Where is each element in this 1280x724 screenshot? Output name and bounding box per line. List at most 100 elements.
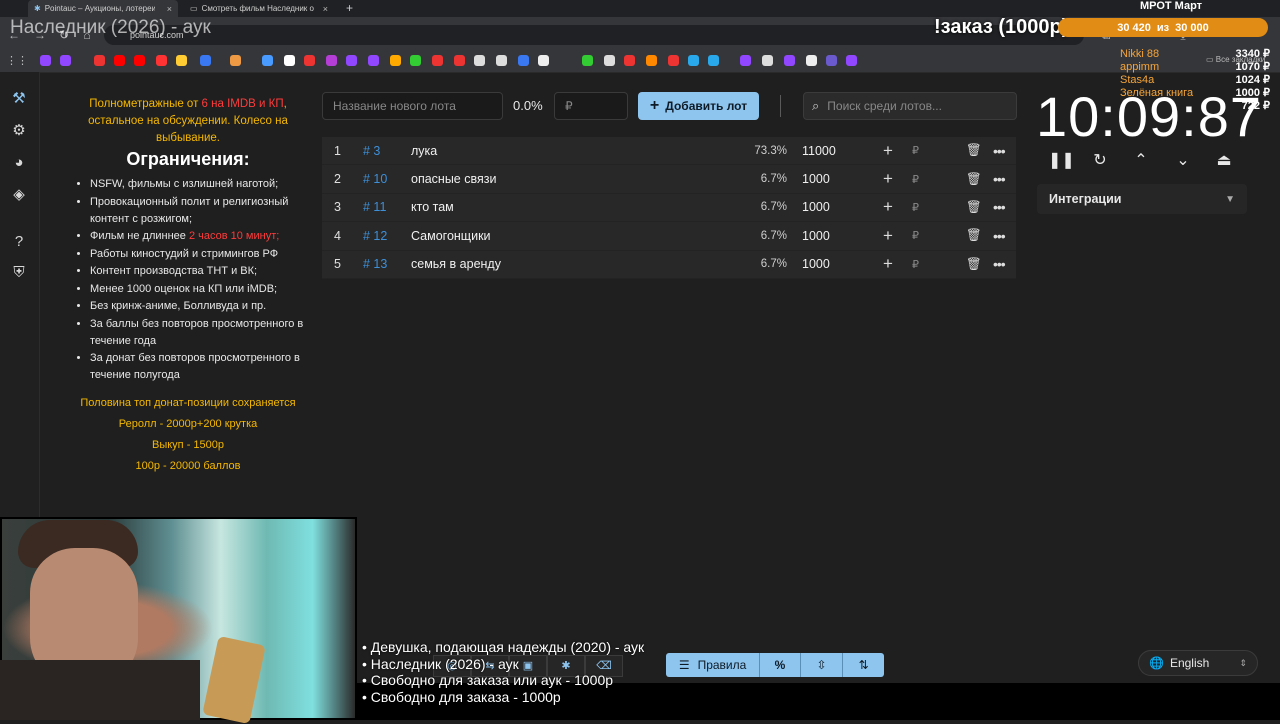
lot-name[interactable]: опасные связи <box>411 172 496 186</box>
timer-max-icon[interactable]: ⏏ <box>1213 150 1235 172</box>
tab-pointauc[interactable]: ✱ Pointauc – Аукционы, лотереи × <box>28 0 178 17</box>
close-tab-icon[interactable]: × <box>323 4 328 14</box>
bookmark-icon[interactable] <box>826 55 837 66</box>
delete-icon[interactable]: 🗑 <box>966 143 982 158</box>
bookmark-icon[interactable] <box>368 55 379 66</box>
split-icon[interactable]: ⇳ <box>801 653 844 677</box>
lot-id[interactable]: # 3 <box>363 144 380 158</box>
add-amount-icon[interactable]: + <box>883 169 893 189</box>
bookmark-icon[interactable] <box>262 55 273 66</box>
delete-icon[interactable]: 🗑 <box>966 257 982 272</box>
lot-name[interactable]: Самогонщики <box>411 229 491 243</box>
bookmark-icon[interactable] <box>230 55 241 66</box>
bookmark-icon[interactable] <box>200 55 211 66</box>
bookmark-icon[interactable] <box>284 55 295 66</box>
settings-gear-icon[interactable]: ⚙ <box>10 122 28 140</box>
delete-icon[interactable]: 🗑 <box>966 228 982 243</box>
auction-icon[interactable]: ⚒ <box>10 90 28 108</box>
rules-button[interactable]: ☰ Правила <box>666 653 761 677</box>
lot-amount[interactable]: 11000 <box>802 144 836 158</box>
bookmark-icon[interactable] <box>346 55 357 66</box>
sort-icon[interactable]: ⇅ <box>843 653 884 677</box>
delete-icon[interactable]: 🗑 <box>966 200 982 215</box>
add-lot-button[interactable]: + Добавить лот <box>638 92 759 120</box>
bookmark-icon[interactable] <box>304 55 315 66</box>
timer-increase-icon[interactable]: ⌃ <box>1130 150 1152 172</box>
ruble-icon[interactable]: ₽ <box>912 173 919 186</box>
apps-grid-icon[interactable]: ⋮⋮ <box>6 53 28 69</box>
new-lot-name-input[interactable]: Название нового лота <box>322 92 503 120</box>
ruble-icon[interactable]: ₽ <box>912 258 919 271</box>
bookmark-icon[interactable] <box>604 55 615 66</box>
help-icon[interactable]: ? <box>10 233 28 251</box>
add-amount-icon[interactable]: + <box>883 197 893 217</box>
bookmark-mail-icon[interactable] <box>176 55 187 66</box>
bookmark-icon[interactable] <box>518 55 529 66</box>
more-options-icon[interactable]: ••• <box>993 199 1006 215</box>
lot-id[interactable]: # 12 <box>363 229 387 243</box>
bookmark-icon[interactable] <box>668 55 679 66</box>
table-row[interactable]: 4 # 12 Самогонщики 6.7% 1000 + ₽ 🗑 ••• <box>322 222 1016 251</box>
pause-icon[interactable]: ❚❚ <box>1048 150 1075 172</box>
ruble-icon[interactable]: ₽ <box>912 229 919 242</box>
new-lot-amount-input[interactable]: ₽ <box>554 92 628 120</box>
bookmark-icon[interactable] <box>410 55 421 66</box>
bookmark-icon[interactable] <box>582 55 593 66</box>
table-row[interactable]: 5 # 13 семья в аренду 6.7% 1000 + ₽ 🗑 ••… <box>322 250 1016 279</box>
more-options-icon[interactable]: ••• <box>993 143 1006 159</box>
bookmark-icon[interactable] <box>784 55 795 66</box>
percent-toggle-icon[interactable]: % <box>760 653 801 677</box>
bookmark-icon[interactable] <box>740 55 751 66</box>
bookmark-icon[interactable] <box>762 55 773 66</box>
ruble-icon[interactable]: ₽ <box>912 144 919 157</box>
lot-amount[interactable]: 1000 <box>802 172 830 186</box>
reset-timer-icon[interactable]: ↻ <box>1089 150 1111 172</box>
add-amount-icon[interactable]: + <box>883 226 893 246</box>
lot-id[interactable]: # 11 <box>363 200 386 214</box>
add-amount-icon[interactable]: + <box>883 254 893 274</box>
close-tab-icon[interactable]: × <box>167 4 172 14</box>
table-row[interactable]: 2 # 10 опасные связи 6.7% 1000 + ₽ 🗑 ••• <box>322 165 1016 194</box>
lot-id[interactable]: # 13 <box>363 257 387 271</box>
bookmark-twitch-icon[interactable] <box>60 55 71 66</box>
timer-decrease-icon[interactable]: ⌄ <box>1172 150 1194 172</box>
shield-icon[interactable]: ⛨ <box>10 264 28 282</box>
bookmark-icon[interactable] <box>390 55 401 66</box>
tab-film[interactable]: ▭ Смотреть фильм Наследник о × <box>184 0 334 17</box>
lot-amount[interactable]: 1000 <box>802 229 830 243</box>
bookmark-icon[interactable] <box>326 55 337 66</box>
bookmark-icon[interactable] <box>474 55 485 66</box>
bookmark-icon[interactable] <box>432 55 443 66</box>
lot-name[interactable]: кто там <box>411 200 454 214</box>
more-options-icon[interactable]: ••• <box>993 228 1006 244</box>
bookmark-icon[interactable] <box>646 55 657 66</box>
lot-name[interactable]: семья в аренду <box>411 257 501 271</box>
table-row[interactable]: 1 # 3 лука 73.3% 11000 + ₽ 🗑 ••• <box>322 137 1016 166</box>
table-row[interactable]: 3 # 11 кто там 6.7% 1000 + ₽ 🗑 ••• <box>322 193 1016 223</box>
bookmark-icon[interactable] <box>624 55 635 66</box>
delete-icon[interactable]: 🗑 <box>966 172 982 187</box>
new-tab-icon[interactable]: + <box>346 1 353 15</box>
lot-id[interactable]: # 10 <box>363 172 387 186</box>
integrations-accordion[interactable]: Интеграции ▼ <box>1037 184 1247 214</box>
lot-amount[interactable]: 1000 <box>802 257 830 271</box>
bookmark-telegram-icon[interactable] <box>688 55 699 66</box>
lot-amount[interactable]: 1000 <box>802 200 830 214</box>
layers-icon[interactable]: ◈ <box>10 186 28 204</box>
bookmark-icon[interactable] <box>454 55 465 66</box>
bookmark-icon[interactable] <box>496 55 507 66</box>
wheel-pie-icon[interactable]: ◕ <box>10 154 28 172</box>
ruble-icon[interactable]: ₽ <box>912 201 919 214</box>
bookmark-icon[interactable] <box>806 55 817 66</box>
bookmark-icon[interactable] <box>156 55 167 66</box>
more-options-icon[interactable]: ••• <box>993 256 1006 272</box>
bookmark-icon[interactable] <box>94 55 105 66</box>
lot-name[interactable]: лука <box>411 144 437 158</box>
bookmark-youtube-icon[interactable] <box>114 55 125 66</box>
bookmark-icon[interactable] <box>538 55 549 66</box>
bookmark-telegram-icon[interactable] <box>708 55 719 66</box>
bookmark-icon[interactable] <box>846 55 857 66</box>
add-amount-icon[interactable]: + <box>883 141 893 161</box>
bookmark-twitch-icon[interactable] <box>40 55 51 66</box>
bookmark-youtube-icon[interactable] <box>134 55 145 66</box>
